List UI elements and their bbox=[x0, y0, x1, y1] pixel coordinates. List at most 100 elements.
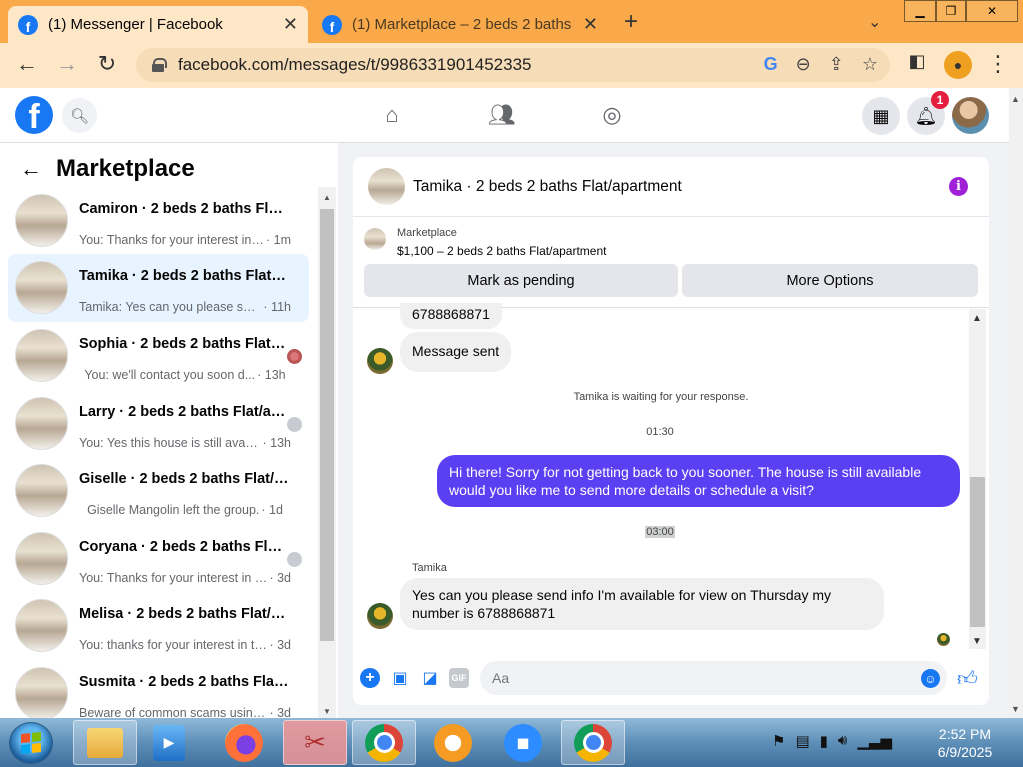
chat-title[interactable]: Tamika · 2 beds 2 baths Flat/apartment bbox=[413, 178, 682, 196]
conversation-item[interactable]: Coryana · 2 beds 2 baths Flat/apartment … bbox=[8, 525, 309, 593]
chat-panel: Tamika · 2 beds 2 baths Flat/apartment i… bbox=[353, 157, 989, 705]
plus-icon[interactable]: + bbox=[360, 668, 380, 688]
google-icon[interactable]: G bbox=[764, 54, 778, 75]
scroll-up-icon[interactable]: ▲ bbox=[323, 193, 331, 202]
conversation-time: · 13h bbox=[262, 436, 292, 450]
share-icon[interactable]: ⇪ bbox=[829, 54, 844, 75]
volume-icon[interactable]: 🔊︎ bbox=[838, 732, 847, 750]
mark-as-pending-button[interactable]: Mark as pending bbox=[364, 264, 678, 297]
scroll-up-icon[interactable]: ▲ bbox=[972, 313, 982, 324]
url-field[interactable]: facebook.com/messages/t/9986331901452335… bbox=[136, 48, 890, 82]
listing-thumbnail bbox=[15, 464, 68, 517]
system-clock[interactable]: 2:52 PM 6/9/2025 bbox=[920, 725, 1010, 761]
action-center-icon[interactable]: ⚑ bbox=[772, 732, 785, 750]
sticker-icon[interactable]: ◪ bbox=[420, 668, 440, 688]
sidebar-scrollbar[interactable]: ▲ ▼ bbox=[318, 187, 336, 718]
snipping-tool-icon[interactable]: ✂ bbox=[283, 720, 347, 765]
gif-icon[interactable]: GIF bbox=[449, 668, 469, 688]
key-app-icon[interactable] bbox=[421, 720, 485, 765]
conversation-name: Susmita · 2 beds 2 baths Flat/apartment bbox=[79, 674, 289, 690]
zoom-icon[interactable]: ⊖ bbox=[796, 54, 811, 75]
back-arrow-icon[interactable]: ← bbox=[20, 156, 42, 182]
emoji-icon[interactable]: ☺ bbox=[921, 669, 940, 688]
info-icon[interactable]: i bbox=[949, 177, 968, 196]
conversation-snippet: Tamika: Yes can you please send info I'm… bbox=[79, 300, 262, 314]
tab-marketplace[interactable]: f (1) Marketplace – 2 beds 2 baths ✕ bbox=[312, 6, 608, 43]
minimize-icon[interactable]: ▁ bbox=[904, 0, 936, 22]
conversation-snippet: Giselle Mangolin left the group. bbox=[87, 503, 260, 517]
bookmark-star-icon[interactable]: ☆ bbox=[862, 54, 878, 75]
conversation-item[interactable]: Melisa · 2 beds 2 baths Flat/apartment Y… bbox=[8, 592, 309, 660]
friends-icon[interactable]: 👥︎ bbox=[487, 102, 517, 130]
listing-thumbnail[interactable] bbox=[368, 168, 405, 205]
new-tab-icon[interactable]: + bbox=[624, 8, 638, 36]
search-icon[interactable]: 🔍︎ bbox=[62, 98, 97, 133]
waiting-notice: Tamika is waiting for your response. bbox=[573, 391, 749, 403]
sender-avatar[interactable] bbox=[367, 603, 393, 629]
chevron-down-icon[interactable]: ⌄ bbox=[868, 12, 881, 32]
message-timestamp: 01:30 bbox=[646, 426, 674, 438]
file-explorer-icon[interactable] bbox=[73, 720, 137, 765]
signal-icon[interactable]: ▁▃▅ bbox=[857, 732, 892, 750]
tab-messenger[interactable]: f (1) Messenger | Facebook ✕ bbox=[8, 6, 308, 43]
menu-grid-icon[interactable]: ▦ bbox=[862, 97, 900, 135]
message-bubble-incoming: Yes can you please send info I'm availab… bbox=[400, 578, 884, 630]
message-input[interactable] bbox=[480, 661, 947, 695]
chrome-profile-icon[interactable] bbox=[561, 720, 625, 765]
facebook-logo-icon[interactable]: f bbox=[15, 96, 53, 134]
scrollbar-thumb[interactable] bbox=[970, 477, 985, 627]
facebook-favicon-icon: f bbox=[18, 14, 38, 35]
reload-icon[interactable]: ↻ bbox=[92, 51, 122, 77]
conversation-item[interactable]: Larry · 2 beds 2 baths Flat/apartment Yo… bbox=[8, 390, 309, 458]
windows-taskbar: ▶ ✂ ◼ ⚑ ▤ ▮ 🔊︎ ▁▃▅ 2:52 PM 6/9/2025 bbox=[0, 718, 1023, 767]
scrollbar-thumb[interactable] bbox=[320, 209, 334, 641]
tab-close-icon[interactable]: ✕ bbox=[583, 14, 598, 35]
message-bubble-outgoing: Hi there! Sorry for not getting back to … bbox=[437, 455, 960, 507]
message-bubble-incoming: Message sent bbox=[400, 332, 512, 372]
menu-kebab-icon[interactable]: ⋮ bbox=[983, 51, 1013, 77]
scroll-down-icon[interactable]: ▼ bbox=[323, 707, 331, 716]
scroll-down-icon[interactable]: ▼ bbox=[972, 636, 982, 647]
conversation-name: Larry · 2 beds 2 baths Flat/apartment bbox=[79, 404, 289, 420]
scroll-down-icon[interactable]: ▼ bbox=[1011, 704, 1020, 714]
start-button[interactable] bbox=[9, 722, 53, 764]
listing-thumbnail bbox=[15, 667, 68, 720]
restore-icon[interactable]: ❐ bbox=[936, 0, 966, 22]
thumbs-up-icon[interactable]: 👍︎ bbox=[957, 667, 978, 691]
profile-icon[interactable]: ● bbox=[944, 51, 972, 79]
media-player-icon[interactable]: ▶ bbox=[137, 720, 201, 765]
tab-close-icon[interactable]: ✕ bbox=[283, 14, 298, 35]
home-icon[interactable]: ⌂ bbox=[377, 102, 407, 130]
page-scrollbar[interactable]: ▲ ▼ bbox=[1009, 88, 1023, 718]
conversation-item[interactable]: Camiron · 2 beds 2 baths Flat/apartment … bbox=[8, 187, 309, 255]
chrome-icon[interactable] bbox=[352, 720, 416, 765]
network-icon[interactable]: ▤ bbox=[795, 732, 809, 750]
conversation-time: · 1m bbox=[266, 233, 291, 247]
conversation-item[interactable]: Giselle · 2 beds 2 baths Flat/apartment … bbox=[8, 457, 309, 525]
listing-price[interactable]: $1,100 – 2 beds 2 baths Flat/apartment bbox=[397, 244, 606, 258]
close-window-icon[interactable]: ✕ bbox=[966, 0, 1018, 22]
power-icon[interactable]: ▮ bbox=[820, 732, 828, 750]
listing-thumbnail[interactable] bbox=[364, 228, 386, 250]
clock-time: 2:52 PM bbox=[938, 726, 992, 742]
conversation-item[interactable]: Sophia · 2 beds 2 baths Flat/apartment Y… bbox=[8, 322, 309, 390]
conversation-name: Sophia · 2 beds 2 baths Flat/apartment bbox=[79, 336, 289, 352]
more-options-button[interactable]: More Options bbox=[682, 264, 978, 297]
listing-thumbnail bbox=[15, 261, 68, 314]
sender-name: Tamika bbox=[412, 562, 447, 574]
groups-icon[interactable]: ◎ bbox=[597, 102, 627, 130]
side-panel-icon[interactable]: ◧ bbox=[902, 51, 932, 72]
firefox-icon[interactable] bbox=[212, 720, 276, 765]
forward-icon[interactable]: → bbox=[52, 51, 82, 77]
thread-scrollbar[interactable]: ▲ ▼ bbox=[969, 309, 986, 649]
conversation-snippet: You: Yes this house is still available bbox=[79, 436, 261, 450]
back-icon[interactable]: ← bbox=[12, 51, 42, 77]
conversation-item-active[interactable]: Tamika · 2 beds 2 baths Flat/apartment T… bbox=[8, 254, 309, 322]
photo-icon[interactable]: ▣ bbox=[390, 668, 410, 688]
listing-thumbnail bbox=[15, 599, 68, 652]
account-avatar[interactable] bbox=[952, 97, 989, 134]
zoom-app-icon[interactable]: ◼ bbox=[491, 720, 555, 765]
conversation-snippet: You: Thanks for your interest in this pr… bbox=[79, 571, 267, 585]
scroll-up-icon[interactable]: ▲ bbox=[1011, 94, 1020, 104]
sender-avatar[interactable] bbox=[367, 348, 393, 374]
